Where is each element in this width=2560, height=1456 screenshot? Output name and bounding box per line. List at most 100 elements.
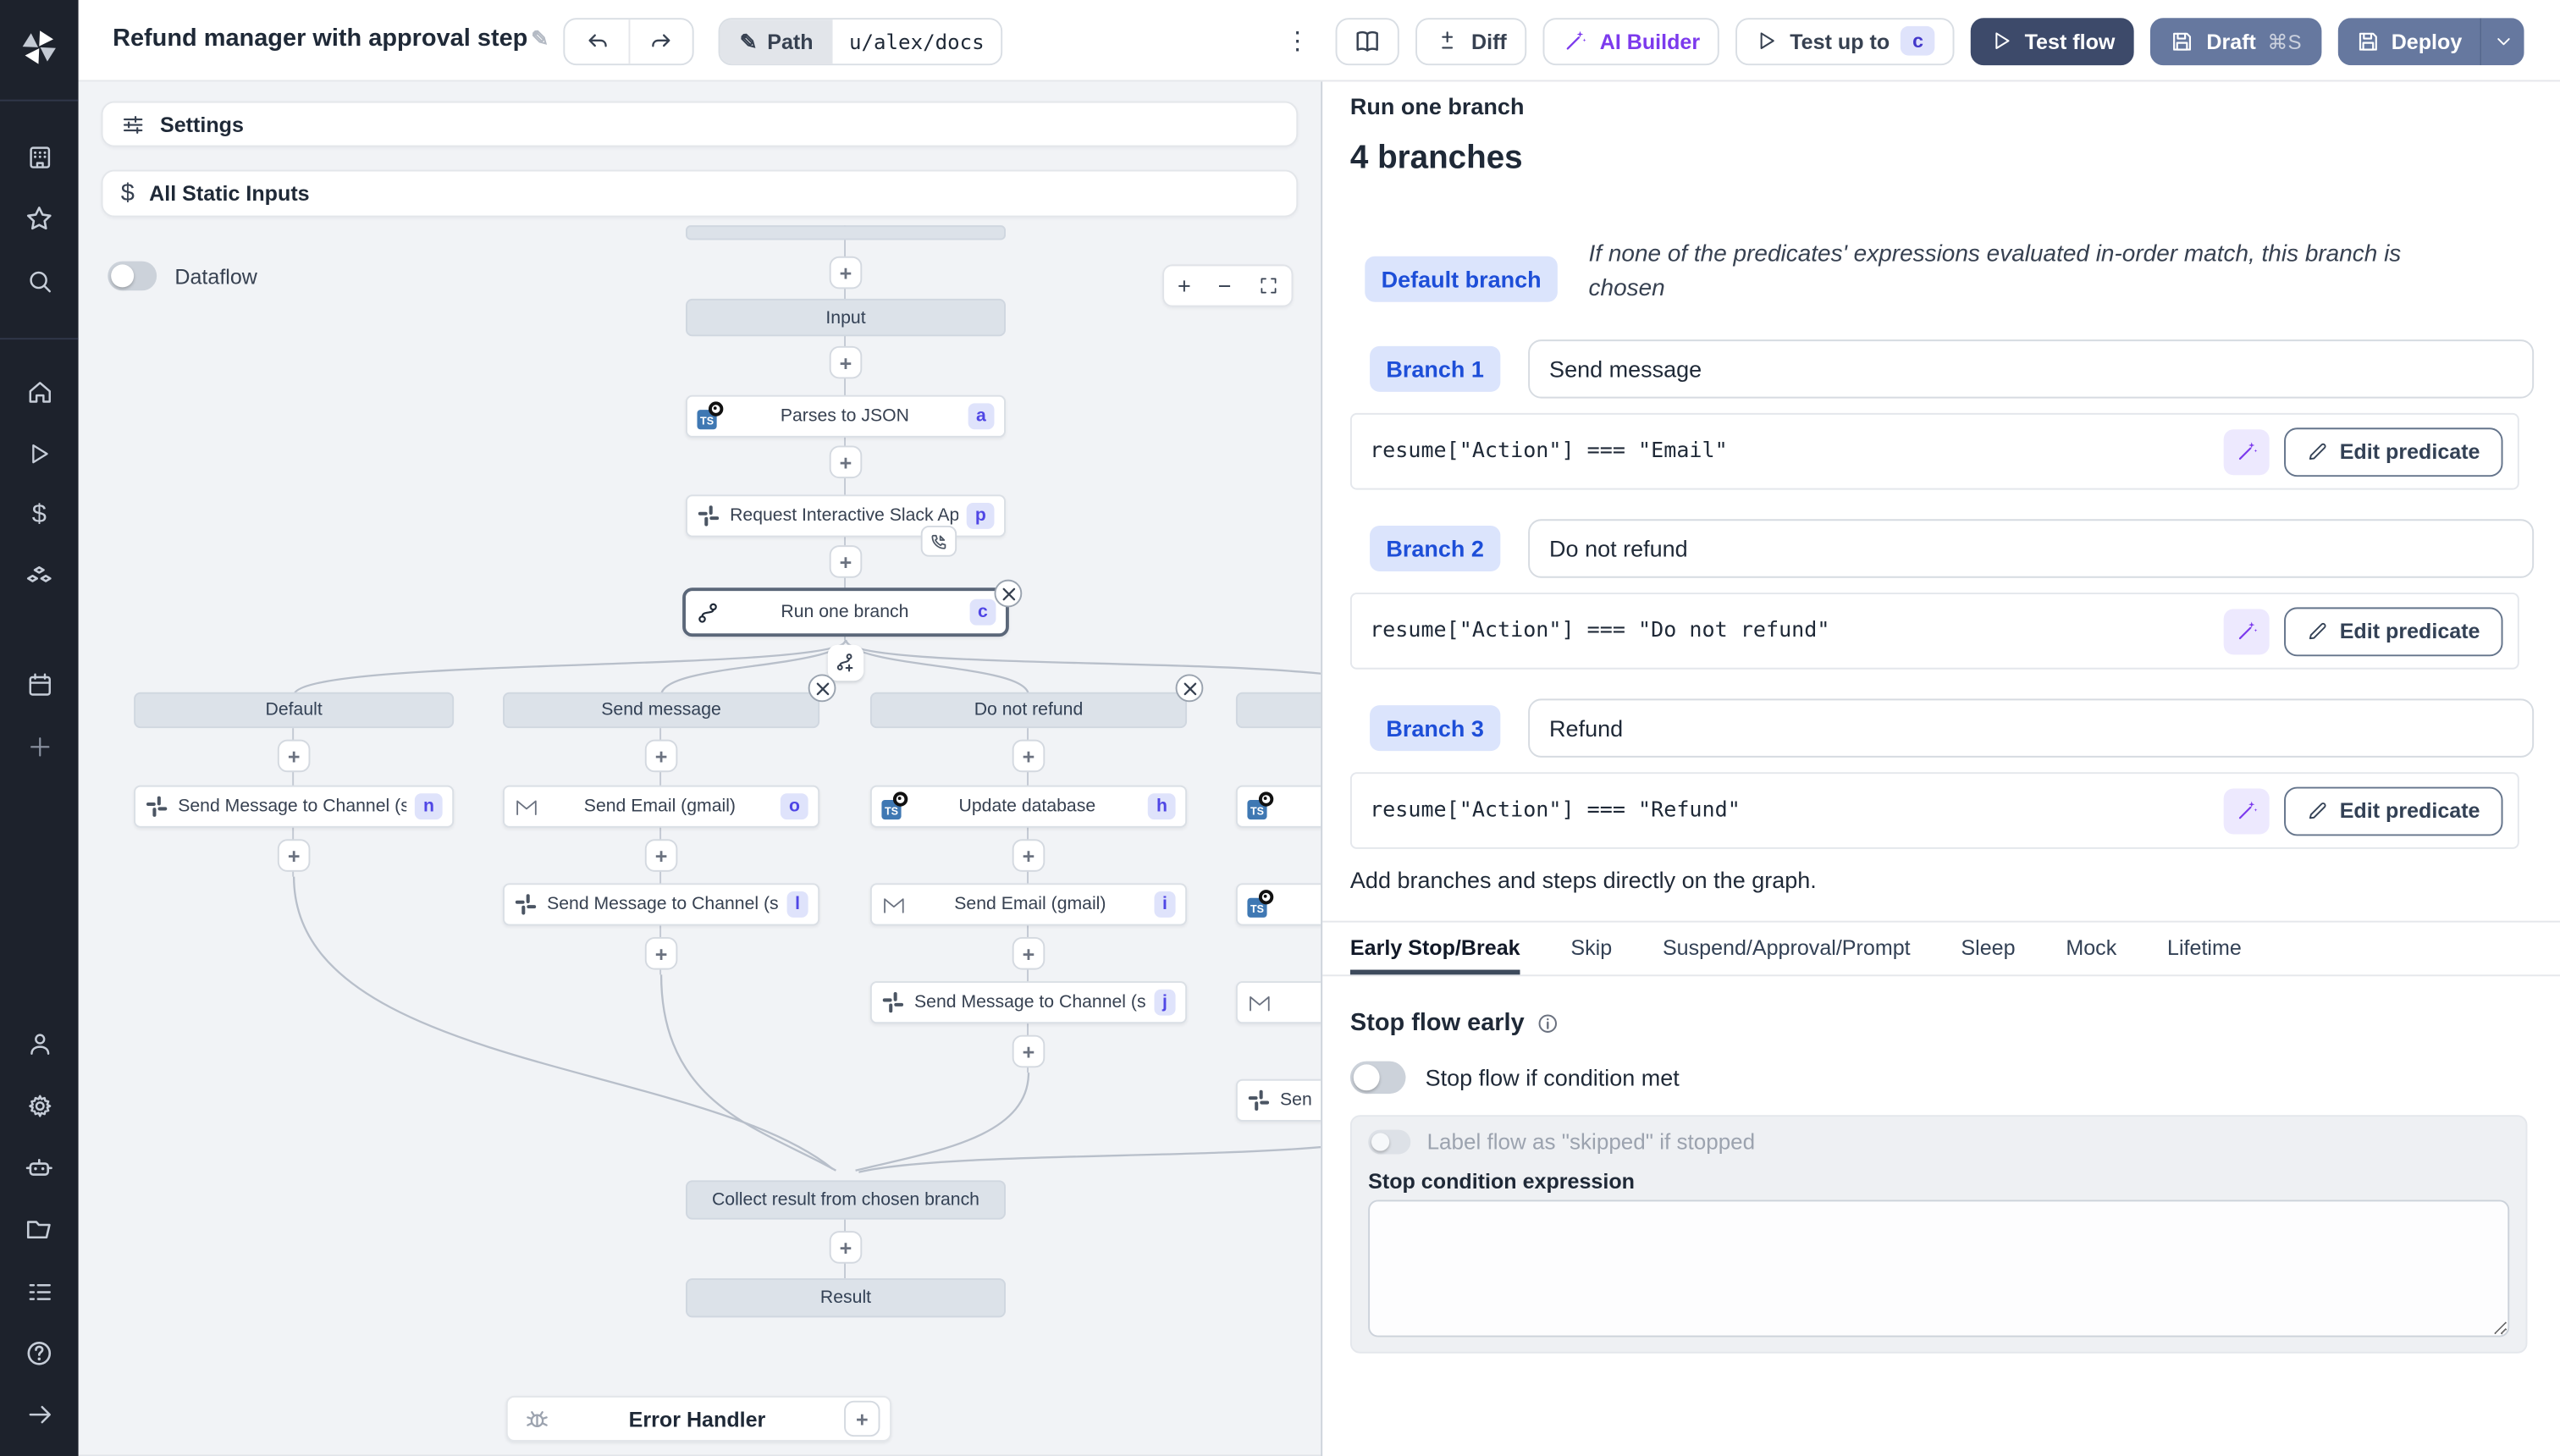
user-icon[interactable] (13, 1017, 65, 1069)
step-node-run-one-branch[interactable]: Run one branch c (682, 587, 1009, 637)
step-node-slack-message[interactable]: Send Message to Channel (slack) n (134, 785, 455, 828)
edit-predicate-button[interactable]: Edit predicate (2284, 427, 2503, 477)
add-step-button[interactable]: + (644, 739, 678, 773)
zoom-out-icon[interactable]: − (1218, 274, 1232, 297)
fit-view-icon[interactable] (1258, 276, 1277, 295)
add-step-button[interactable]: + (1012, 936, 1046, 970)
add-branch-button[interactable] (827, 644, 864, 681)
flow-settings-row[interactable]: Settings (101, 101, 1299, 147)
add-step-button[interactable]: + (829, 445, 863, 479)
sidebar-divider (0, 338, 79, 340)
test-flow-button[interactable]: Test flow (1970, 17, 2135, 65)
edit-predicate-button[interactable]: Edit predicate (2284, 786, 2503, 836)
step-node-parses-to-json[interactable]: TS Parses to JSON a (685, 394, 1006, 438)
branch-3-summary-input[interactable] (1527, 698, 2534, 758)
branch-header-partial[interactable] (1235, 692, 1321, 729)
add-step-button[interactable]: + (277, 839, 311, 872)
deploy-dropdown-chevron-icon[interactable] (2481, 17, 2524, 65)
add-step-button[interactable]: + (829, 545, 863, 578)
step-node-slack-approval[interactable]: Request Interactive Slack Approval (... … (685, 494, 1006, 538)
collect-result-node[interactable]: Collect result from chosen branch (685, 1180, 1006, 1220)
dataflow-toggle[interactable] (108, 261, 157, 291)
docs-book-button[interactable] (1335, 17, 1400, 65)
add-step-button[interactable]: + (277, 739, 311, 773)
redo-button[interactable] (628, 19, 692, 64)
ai-wand-button[interactable] (2223, 787, 2270, 834)
deploy-button[interactable]: Deploy (2337, 17, 2480, 65)
tab-skip[interactable]: Skip (1570, 923, 1612, 975)
workspace-icon[interactable] (13, 130, 65, 183)
stop-condition-expression-input[interactable] (1368, 1200, 2510, 1337)
slack-icon (514, 892, 538, 917)
test-up-to-button[interactable]: Test up to c (1735, 17, 1955, 65)
all-static-inputs-row[interactable]: $ All Static Inputs (101, 169, 1299, 218)
ai-wand-button[interactable] (2223, 608, 2270, 654)
branch-header-default[interactable]: Default (134, 692, 455, 729)
resources-cubes-icon[interactable] (13, 552, 65, 604)
workers-robot-icon[interactable] (13, 1141, 65, 1194)
delete-step-button[interactable] (994, 579, 1023, 608)
windmill-logo-icon[interactable] (13, 21, 65, 74)
branch-header-send-message[interactable]: Send message (502, 692, 820, 729)
diff-button[interactable]: Diff (1415, 17, 1526, 65)
branch-1-summary-input[interactable] (1527, 339, 2534, 399)
help-icon[interactable] (13, 1327, 65, 1380)
flow-graph-canvas[interactable]: Settings $ All Static Inputs Dataflow + … (78, 81, 1321, 1456)
add-step-button[interactable]: + (644, 839, 678, 872)
tab-lifetime[interactable]: Lifetime (2167, 923, 2242, 975)
delete-branch-button[interactable] (808, 674, 836, 703)
branch-header-do-not-refund[interactable]: Do not refund (869, 692, 1188, 729)
step-node-send-email[interactable]: Send Email (gmail) i (869, 883, 1188, 926)
edit-title-pencil-icon[interactable]: ✎ (531, 26, 549, 51)
branch-2-summary-input[interactable] (1527, 519, 2534, 578)
add-error-handler-button[interactable]: + (844, 1400, 880, 1437)
path-value[interactable]: u/alex/docs (832, 19, 1001, 64)
step-node-partial[interactable]: TS (1235, 785, 1321, 828)
add-step-button[interactable]: + (1012, 739, 1046, 773)
stop-flow-toggle[interactable] (1349, 1061, 1406, 1095)
add-step-button[interactable]: + (829, 256, 863, 290)
pencil-icon (2309, 622, 2326, 640)
step-node-partial[interactable] (1235, 981, 1321, 1024)
step-node-update-database[interactable]: TS Update database h (869, 785, 1188, 828)
home-icon[interactable] (13, 366, 65, 418)
add-step-button[interactable]: + (1012, 839, 1046, 872)
more-menu-kebab-icon[interactable]: ⋮ (1276, 26, 1320, 56)
ai-builder-button[interactable]: AI Builder (1542, 17, 1720, 65)
collapse-arrow-icon[interactable] (13, 1387, 65, 1440)
step-node-slack-message[interactable]: Send Message to Channel (slack) j (869, 981, 1188, 1024)
add-step-button[interactable]: + (644, 936, 678, 970)
ai-wand-button[interactable] (2223, 428, 2270, 475)
branch-2-row: Branch 2 (1370, 519, 2534, 578)
add-step-button[interactable]: + (829, 1231, 863, 1264)
runs-play-icon[interactable] (13, 427, 65, 480)
zoom-in-icon[interactable]: + (1178, 274, 1191, 297)
tab-sleep[interactable]: Sleep (1961, 923, 2015, 975)
schedules-calendar-icon[interactable] (13, 658, 65, 710)
step-node-partial[interactable]: TS (1235, 883, 1321, 926)
delete-branch-button[interactable] (1175, 674, 1204, 703)
settings-gear-icon[interactable] (13, 1079, 65, 1132)
search-icon[interactable] (13, 255, 65, 307)
label-skipped-toggle[interactable] (1368, 1129, 1411, 1155)
add-plus-icon[interactable] (13, 720, 65, 772)
add-step-button[interactable]: + (829, 345, 863, 379)
add-step-button[interactable]: + (1012, 1034, 1046, 1068)
step-node-partial[interactable]: Sen (1235, 1078, 1321, 1122)
undo-button[interactable] (565, 19, 628, 63)
edit-predicate-button[interactable]: Edit predicate (2284, 606, 2503, 656)
draft-button[interactable]: Draft ⌘S (2150, 17, 2321, 65)
error-handler-bar[interactable]: Error Handler + (505, 1395, 891, 1442)
input-node[interactable]: Input (685, 298, 1006, 337)
tab-suspend[interactable]: Suspend/Approval/Prompt (1663, 923, 1911, 975)
tab-mock[interactable]: Mock (2066, 923, 2116, 975)
logs-list-icon[interactable] (13, 1266, 65, 1318)
folders-icon[interactable] (13, 1203, 65, 1255)
result-node[interactable]: Result (685, 1278, 1006, 1318)
step-node-send-email[interactable]: Send Email (gmail) o (502, 785, 820, 828)
path-button[interactable]: ✎ Path (720, 19, 833, 64)
variables-dollar-icon[interactable]: $ (13, 490, 65, 543)
step-node-slack-message[interactable]: Send Message to Channel (slack) l (502, 883, 820, 926)
favorites-star-icon[interactable] (13, 193, 65, 245)
tab-early-stop[interactable]: Early Stop/Break (1349, 923, 1520, 975)
